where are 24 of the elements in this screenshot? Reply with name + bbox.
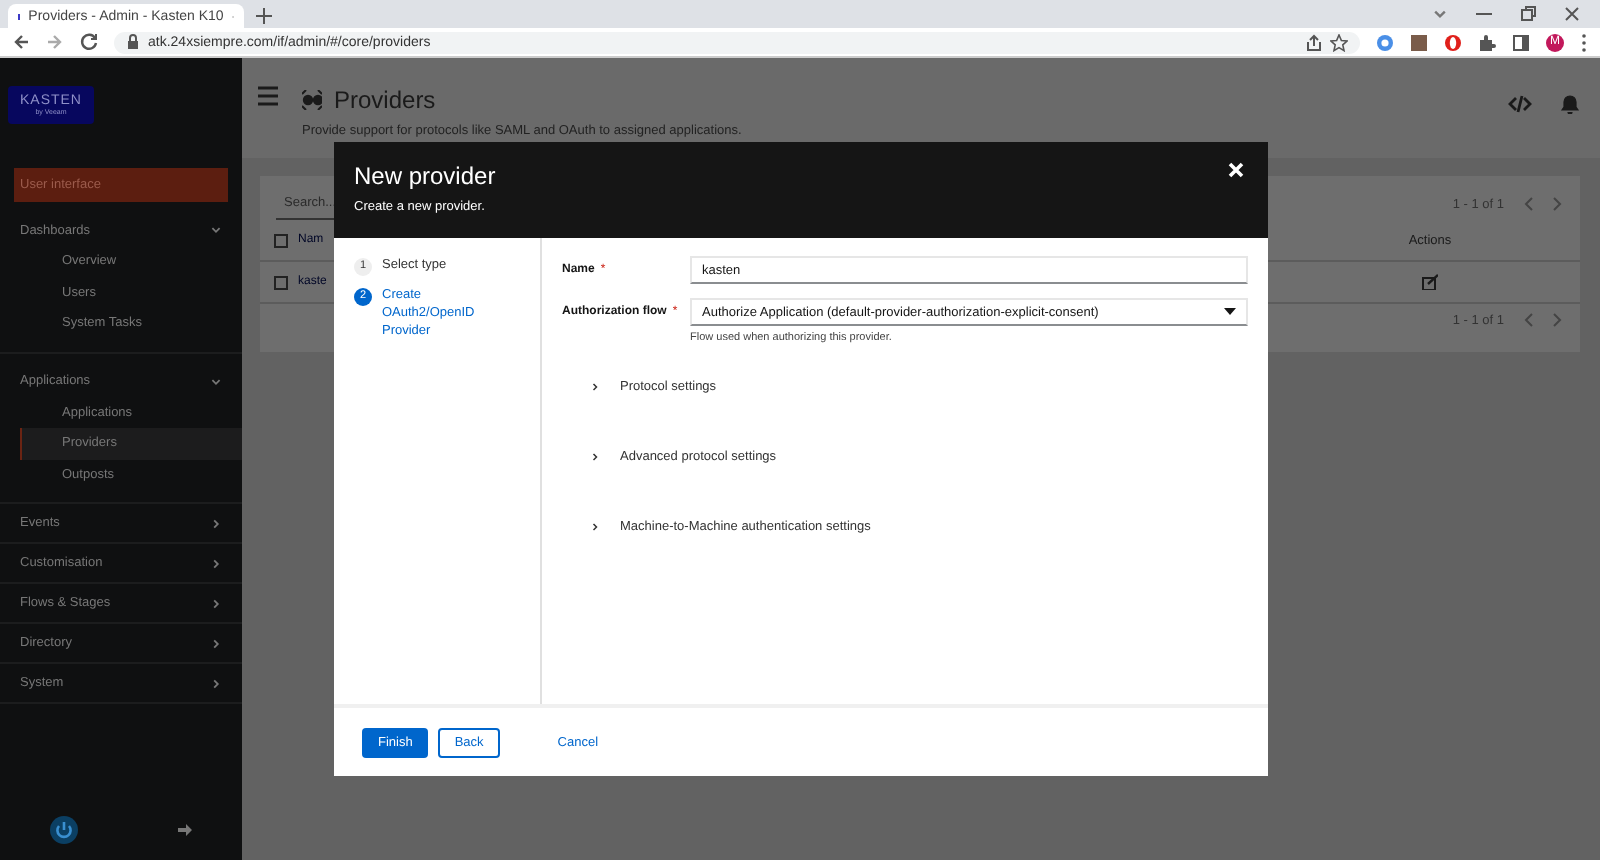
page-title: Providers [334,86,436,114]
logout-icon[interactable] [175,820,193,840]
puzzle-icon[interactable] [1478,33,1496,51]
checkbox[interactable] [274,233,288,247]
plus-icon[interactable] [256,8,272,24]
providers-icon [302,90,322,110]
restore-icon[interactable] [1520,6,1536,22]
menu-icon[interactable] [258,86,278,106]
code-icon[interactable] [1508,94,1532,114]
caret-icon [1224,308,1236,316]
lock-icon [126,34,140,50]
bell-icon[interactable] [1560,94,1580,114]
modal-title: New provider [354,162,496,190]
edit-icon[interactable] [1422,274,1438,290]
chevron-down-icon[interactable] [1432,6,1448,22]
star-icon[interactable] [1330,33,1348,51]
opera-icon[interactable] [1444,33,1462,51]
side-panel-icon[interactable] [1512,33,1530,51]
power-icon[interactable] [49,816,77,844]
more-menu-icon[interactable] [1580,33,1588,51]
checkbox[interactable] [274,275,288,289]
back-arrow-icon[interactable] [12,32,30,52]
share-icon[interactable] [1306,33,1322,51]
reload-icon[interactable] [80,32,98,52]
